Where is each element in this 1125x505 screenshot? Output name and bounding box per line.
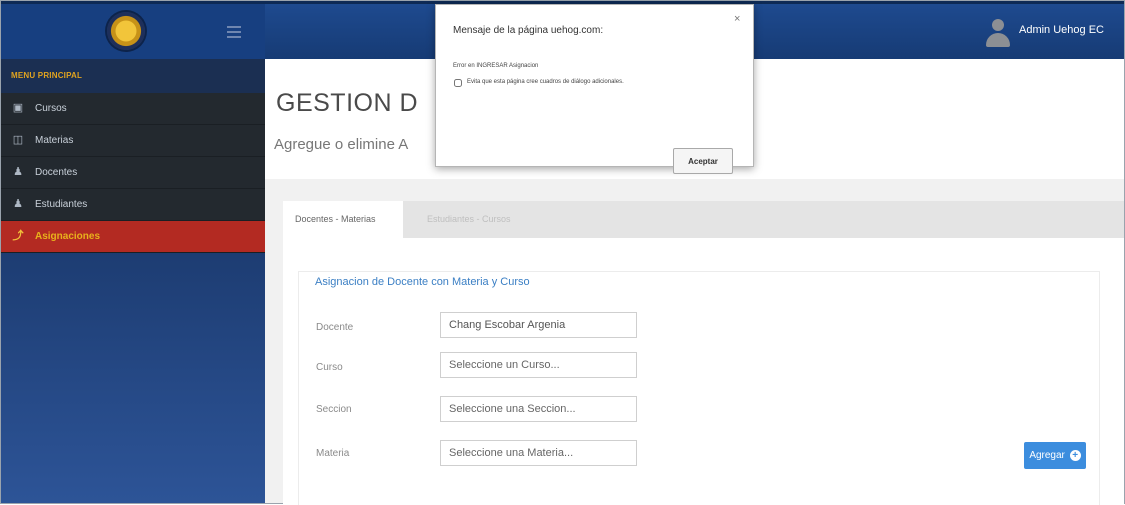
- calendar-icon: ▣: [12, 102, 24, 114]
- tab-bar: Docentes - Materias Estudiantes - Cursos: [283, 201, 1124, 238]
- sidebar-item-label: Cursos: [35, 103, 67, 114]
- user-name[interactable]: Admin Uehog EC: [1019, 24, 1104, 36]
- school-logo: [107, 12, 145, 50]
- seccion-label: Seccion: [316, 404, 352, 415]
- hamburger-menu-icon[interactable]: [227, 26, 241, 38]
- add-button[interactable]: Agregar +: [1024, 442, 1086, 469]
- alert-dialog: Mensaje de la página uehog.com: × Error …: [435, 4, 754, 174]
- sidebar: MENU PRINCIPAL ▣ Cursos ◫ Materias ♟ Doc…: [1, 59, 265, 503]
- sidebar-header: MENU PRINCIPAL: [1, 59, 265, 93]
- dialog-message: Error en INGRESAR Asignacion: [453, 63, 539, 69]
- docente-label: Docente: [316, 322, 354, 333]
- seccion-select[interactable]: [440, 396, 637, 422]
- sidebar-item-docentes[interactable]: ♟ Docentes: [1, 157, 265, 189]
- tab-docentes-materias[interactable]: Docentes - Materias: [283, 201, 403, 238]
- book-icon: ◫: [12, 134, 24, 146]
- curso-select[interactable]: [440, 352, 637, 378]
- docente-field[interactable]: [440, 312, 637, 338]
- materia-label: Materia: [316, 448, 350, 459]
- suppress-dialogs-label[interactable]: Evita que esta página cree cuadros de di…: [467, 79, 624, 85]
- accept-button[interactable]: Aceptar: [673, 148, 733, 174]
- sidebar-item-materias[interactable]: ◫ Materias: [1, 125, 265, 157]
- sidebar-item-estudiantes[interactable]: ♟ Estudiantes: [1, 189, 265, 221]
- tab-panel: Asignacion de Docente con Materia y Curs…: [283, 238, 1124, 505]
- add-button-label: Agregar: [1029, 450, 1065, 461]
- curso-label: Curso: [316, 362, 343, 373]
- suppress-dialogs-checkbox[interactable]: [454, 79, 462, 87]
- materia-select[interactable]: [440, 440, 637, 466]
- sidebar-item-cursos[interactable]: ▣ Cursos: [1, 93, 265, 125]
- link-icon: ⤴: [12, 230, 24, 242]
- tab-estudiantes-cursos[interactable]: Estudiantes - Cursos: [415, 201, 523, 238]
- sidebar-item-label: Docentes: [35, 167, 78, 178]
- form-box: [298, 271, 1100, 505]
- user-avatar-icon[interactable]: [986, 19, 1010, 47]
- close-icon[interactable]: ×: [734, 13, 740, 25]
- sidebar-item-asignaciones[interactable]: ⤴ Asignaciones: [1, 221, 265, 253]
- page-title: GESTION D: [276, 89, 419, 117]
- form-title: Asignacion de Docente con Materia y Curs…: [315, 276, 530, 288]
- sidebar-item-label: Estudiantes: [35, 199, 88, 210]
- sidebar-item-label: Materias: [35, 135, 74, 146]
- dialog-title: Mensaje de la página uehog.com:: [453, 25, 604, 36]
- user-icon: ♟: [13, 166, 23, 178]
- sidebar-item-label: Asignaciones: [35, 231, 101, 242]
- page-subtitle: Agregue o elimine A: [274, 136, 409, 153]
- user-icon: ♟: [13, 198, 23, 210]
- logo-area: [1, 4, 265, 62]
- plus-icon: +: [1069, 450, 1081, 461]
